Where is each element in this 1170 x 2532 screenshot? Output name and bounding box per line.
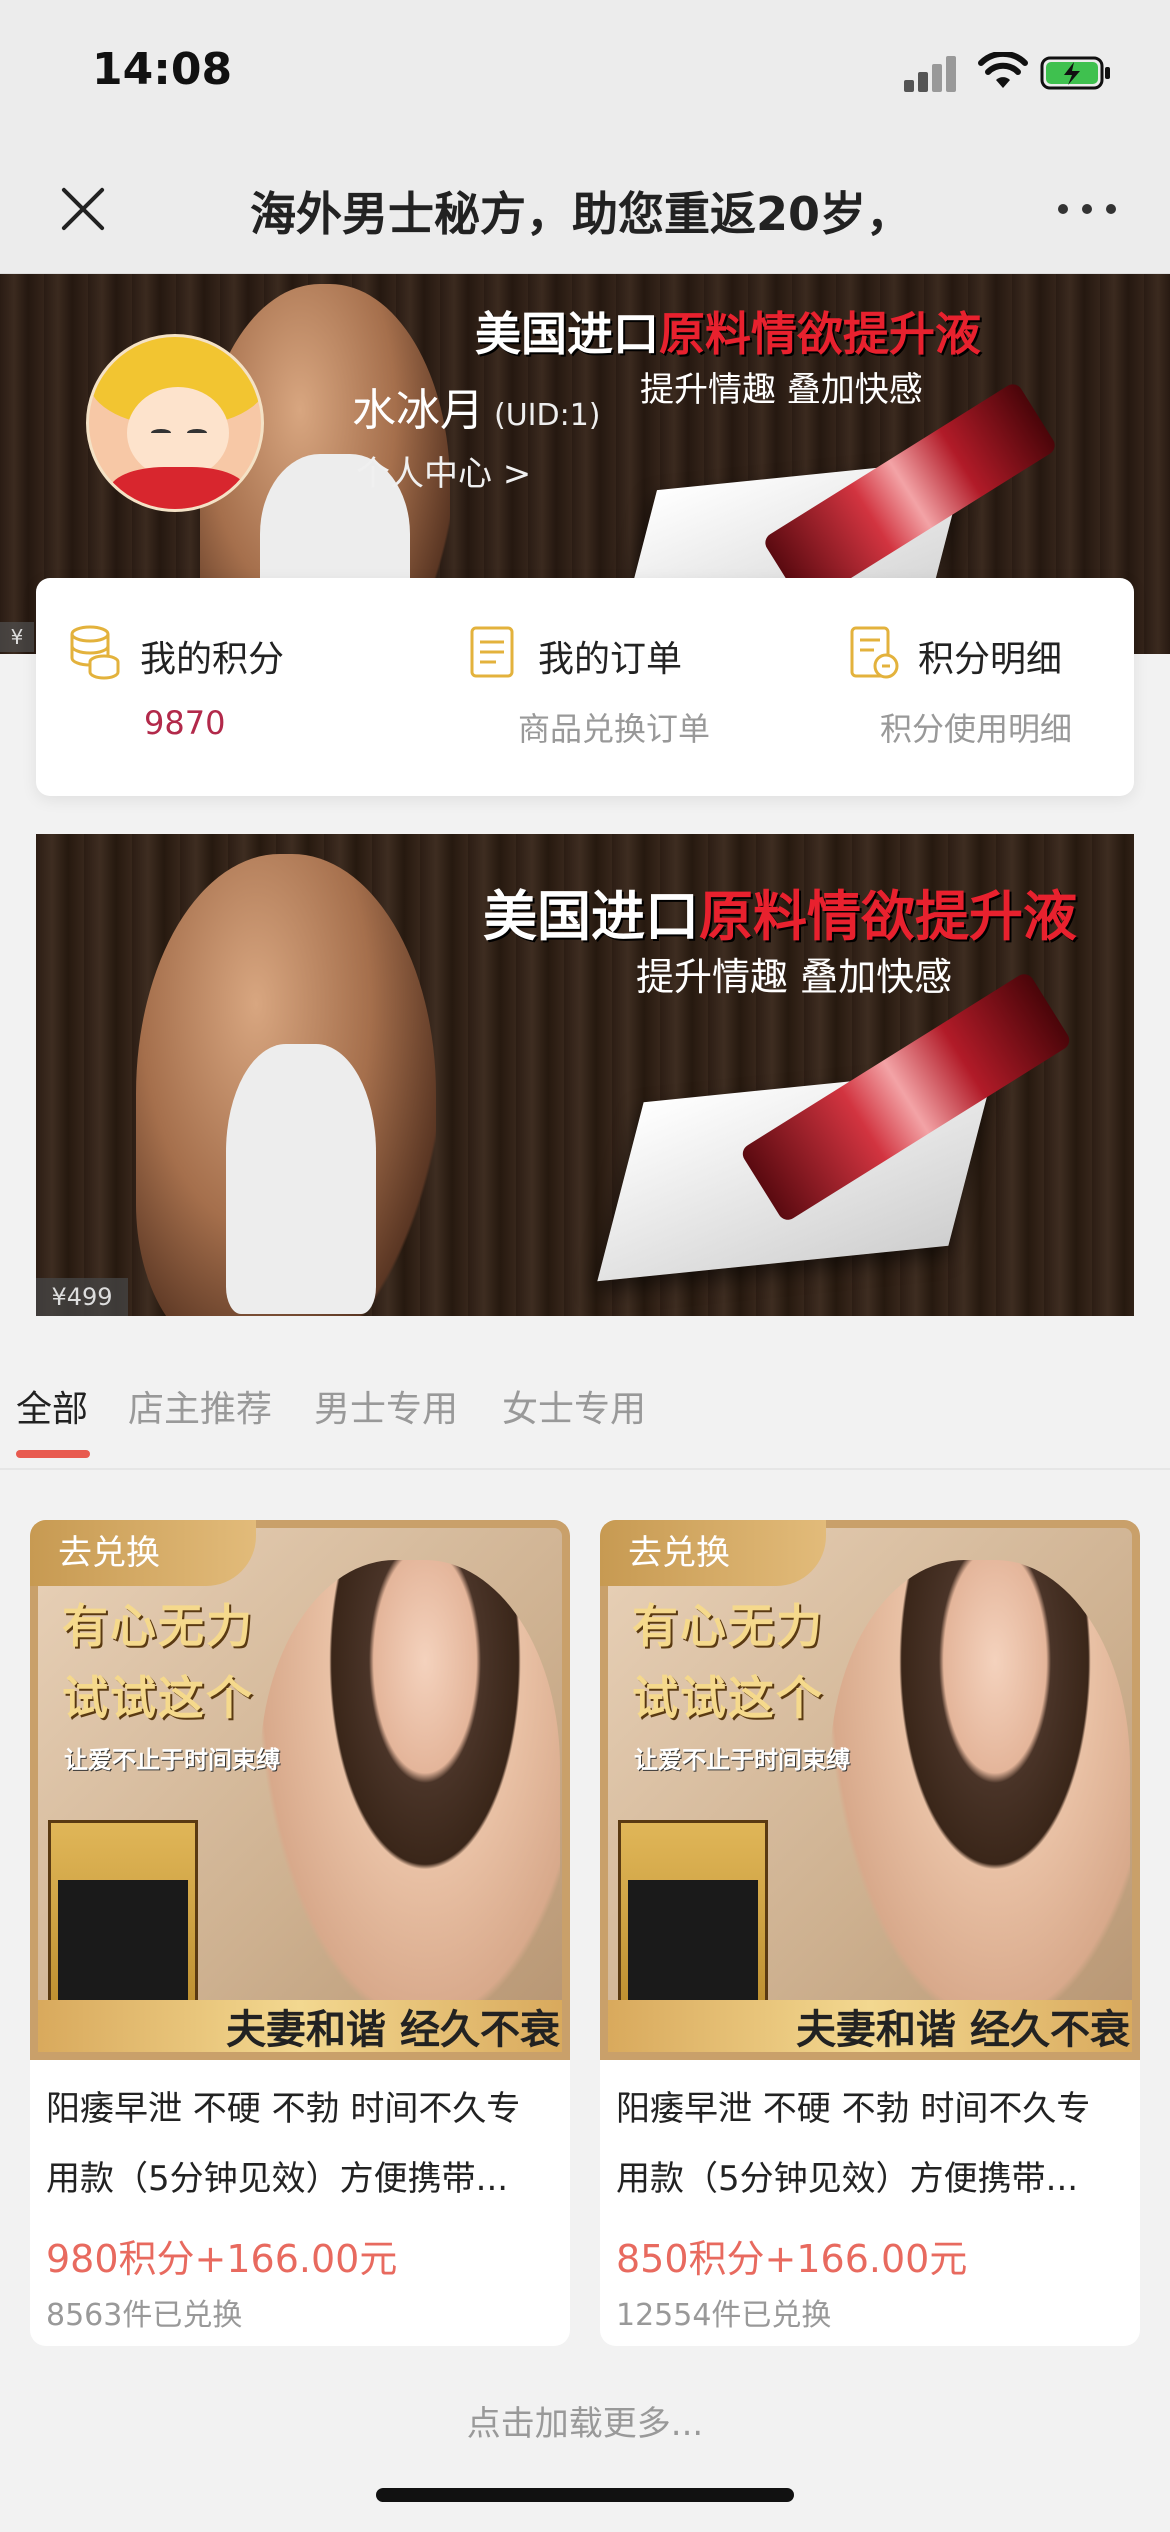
redeem-badge[interactable]: 去兑换 (600, 1520, 826, 1586)
user-uid: (UID:1) (494, 398, 601, 433)
product-title: 阳痿早泄 不硬 不勃 时间不久专 用款（5分钟见效）方便携带... (46, 2089, 521, 2199)
product-price: 980积分+166.00元 (46, 2237, 398, 2281)
ad-subheadline: 提升情趣 叠加快感 (636, 955, 953, 999)
category-tabs: 全部 店主推荐 男士专用 女士专用 (0, 1340, 1170, 1470)
order-icon (470, 626, 514, 678)
home-indicator[interactable] (376, 2488, 794, 2502)
product-price: 850积分+166.00元 (616, 2237, 968, 2281)
user-name: 水冰月 (UID:1) (352, 385, 601, 436)
active-tab-indicator (16, 1450, 90, 1458)
tab-for-men[interactable]: 男士专用 (314, 1380, 458, 1432)
ad-subheadline: 提升情趣 叠加快感 (640, 370, 923, 410)
nav-bar: 海外男士秘方，助您重返20岁， (0, 150, 1170, 274)
product-sold-count: 8563件已兑换 (46, 2298, 243, 2333)
stat-label: 我的订单 (538, 639, 683, 680)
product-card[interactable]: 有心无力 试试这个 让爱不止于时间束缚 夫妻和谐 经久不衰 去兑换 阳痿早泄 不… (30, 1520, 570, 2346)
points-value: 9870 (144, 704, 226, 742)
stat-subtitle: 积分使用明细 (880, 710, 1073, 748)
tab-all[interactable]: 全部 (16, 1380, 88, 1432)
cellular-signal-icon (904, 54, 964, 92)
load-more-button[interactable]: 点击加载更多... (0, 2396, 1170, 2445)
product-sold-count: 12554件已兑换 (616, 2298, 832, 2333)
promo-banner[interactable]: 美国进口原料情欲提升液 提升情趣 叠加快感 ¥499 (36, 834, 1134, 1316)
page-title: 海外男士秘方，助您重返20岁， (250, 178, 940, 242)
banner-price-tag: ¥499 (36, 1278, 128, 1316)
more-options-icon[interactable] (1058, 196, 1116, 220)
points-detail-icon (850, 626, 899, 679)
product-image[interactable]: 有心无力 试试这个 让爱不止于时间束缚 夫妻和谐 经久不衰 去兑换 (600, 1520, 1140, 2060)
personal-center-link[interactable]: 个人中心 > (356, 446, 531, 495)
wifi-icon (978, 52, 1028, 88)
stats-card: 我的积分 9870 我的订单 商品兑换订单 积分明细 积分使用明细 (36, 578, 1134, 796)
points-detail-button[interactable]: 积分明细 积分使用明细 (768, 578, 1134, 796)
status-time: 14:08 (92, 44, 233, 95)
ad-model-shirt (226, 1044, 376, 1314)
ad-headline: 美国进口原料情欲提升液 (483, 885, 1077, 948)
status-bar: 14:08 (0, 0, 1170, 150)
stat-label: 我的积分 (140, 639, 285, 680)
tab-shop-recommend[interactable]: 店主推荐 (128, 1380, 272, 1432)
header-price-tag: ¥ (0, 622, 34, 652)
product-card[interactable]: 有心无力 试试这个 让爱不止于时间束缚 夫妻和谐 经久不衰 去兑换 阳痿早泄 不… (600, 1520, 1140, 2346)
avatar[interactable] (86, 334, 264, 512)
redeem-badge[interactable]: 去兑换 (30, 1520, 256, 1586)
product-title: 阳痿早泄 不硬 不勃 时间不久专 用款（5分钟见效）方便携带... (616, 2089, 1091, 2199)
tab-for-women[interactable]: 女士专用 (502, 1380, 646, 1432)
coins-icon (70, 625, 120, 680)
close-icon[interactable] (56, 182, 110, 236)
battery-charging-icon (1040, 56, 1110, 90)
product-image[interactable]: 有心无力 试试这个 让爱不止于时间束缚 夫妻和谐 经久不衰 去兑换 (30, 1520, 570, 2060)
stat-label: 积分明细 (918, 639, 1063, 680)
stat-subtitle: 商品兑换订单 (518, 710, 711, 748)
my-orders-button[interactable]: 我的订单 商品兑换订单 (402, 578, 768, 796)
my-points-button[interactable]: 我的积分 9870 (36, 578, 402, 796)
ad-headline: 美国进口原料情欲提升液 (475, 307, 981, 361)
